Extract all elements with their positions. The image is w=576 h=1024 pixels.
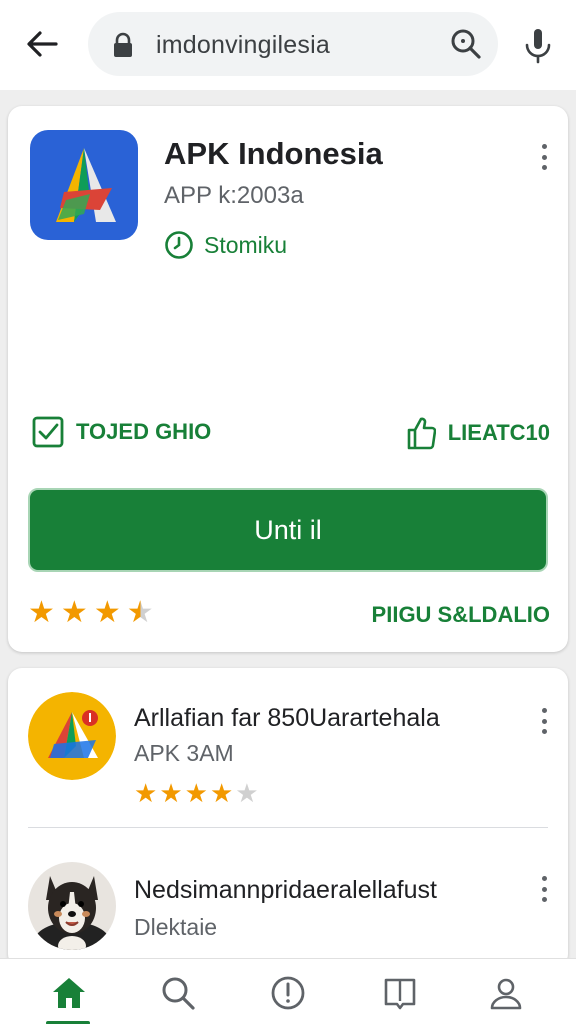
star-icon: ★ bbox=[93, 596, 121, 629]
star-half-icon: ★ bbox=[126, 596, 154, 629]
nav-profile-button[interactable] bbox=[484, 971, 528, 1015]
book-icon bbox=[384, 978, 416, 1010]
clock-icon bbox=[165, 231, 193, 259]
divider bbox=[28, 827, 548, 828]
app-more-menu-icon[interactable] bbox=[532, 140, 556, 174]
alert-icon bbox=[271, 976, 305, 1010]
star-icon: ★ bbox=[184, 778, 208, 808]
nav-home-button[interactable] bbox=[47, 971, 91, 1015]
star-icon: ★ bbox=[60, 596, 88, 629]
dog-avatar-icon bbox=[28, 862, 116, 950]
lock-icon bbox=[114, 32, 132, 57]
install-button[interactable]: Unti il bbox=[28, 488, 548, 572]
home-icon bbox=[53, 978, 85, 1008]
feature-right-label: LIEATC10 bbox=[447, 420, 550, 445]
nav-book-button[interactable] bbox=[378, 971, 422, 1015]
feature-left[interactable]: TOJED GHIO bbox=[32, 416, 211, 448]
star-icon: ★ bbox=[28, 596, 55, 629]
related-apps-card: Arllafian far 850Uarartehala APK 3AM ★ ★… bbox=[8, 668, 568, 968]
app-title: APK Indonesia bbox=[164, 136, 383, 171]
app-logo-icon bbox=[28, 692, 116, 780]
checkbox-icon bbox=[32, 416, 64, 448]
search-icon bbox=[451, 29, 481, 59]
app-status-label: Stomiku bbox=[204, 231, 288, 258]
list-item-subtitle: Dlektaie bbox=[134, 914, 218, 940]
arrow-left-icon bbox=[27, 31, 58, 57]
nav-search-button[interactable] bbox=[156, 971, 200, 1015]
list-item-more-icon[interactable] bbox=[532, 872, 556, 906]
star-icon: ★ bbox=[134, 778, 158, 808]
address-bar[interactable]: imdonvingilesia bbox=[88, 12, 498, 76]
bottom-navigation bbox=[0, 958, 576, 1024]
app-status: Stomiku bbox=[164, 230, 287, 260]
nav-alert-button[interactable] bbox=[266, 971, 310, 1015]
thumbs-up-icon bbox=[407, 417, 436, 450]
feature-left-label: TOJED GHIO bbox=[76, 419, 212, 444]
mic-icon bbox=[525, 29, 551, 64]
search-icon bbox=[162, 977, 195, 1010]
back-button[interactable] bbox=[20, 22, 64, 66]
profile-icon bbox=[490, 978, 522, 1010]
mic-button[interactable] bbox=[518, 24, 558, 68]
feature-right[interactable]: LIEATC10 bbox=[406, 416, 550, 450]
app-detail-card: APK Indonesia APP k:2003a Stomiku TOJED … bbox=[8, 106, 568, 652]
star-icon: ★ bbox=[235, 778, 259, 808]
app-subtitle: APP k:2003a bbox=[164, 182, 304, 209]
list-item-subtitle: APK 3AM bbox=[134, 740, 234, 766]
list-item-more-icon[interactable] bbox=[532, 704, 556, 738]
ratings-link[interactable]: PIIGU S&LDALIO bbox=[372, 602, 550, 628]
list-item-rating: ★ ★ ★ ★ ★ bbox=[134, 778, 261, 808]
star-icon: ★ bbox=[209, 778, 234, 808]
star-icon: ★ bbox=[159, 778, 183, 808]
browser-toolbar: imdonvingilesia bbox=[0, 0, 576, 90]
app-rating-stars: ★ ★ ★ ★ bbox=[28, 598, 160, 628]
app-logo-icon[interactable] bbox=[30, 130, 138, 240]
list-item-title: Arllafian far 850Uarartehala bbox=[134, 704, 440, 732]
list-item-title: Nedsimannpridaeralellafust bbox=[134, 876, 437, 904]
url-text[interactable]: imdonvingilesia bbox=[156, 31, 330, 60]
list-item[interactable]: Arllafian far 850Uarartehala APK 3AM ★ ★… bbox=[8, 668, 568, 838]
search-button[interactable] bbox=[448, 26, 484, 62]
